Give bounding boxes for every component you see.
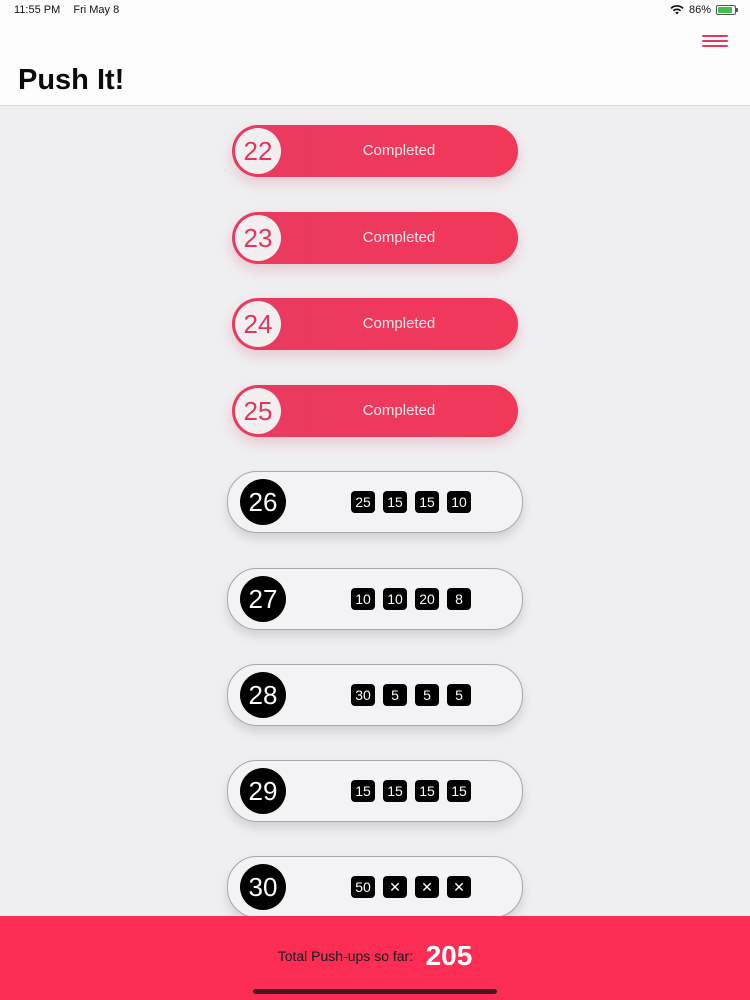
total-label: Total Push-ups so far: — [277, 948, 414, 964]
day-28-row[interactable]: 28 30 5 5 5 — [227, 664, 523, 726]
day-25-completed[interactable]: 25 Completed — [232, 385, 518, 437]
set-badge[interactable]: 20 — [415, 588, 439, 610]
status-bar: 11:55 PM Fri May 8 86% — [0, 0, 750, 22]
set-badge[interactable]: 30 — [351, 684, 375, 706]
set-badge[interactable]: 5 — [415, 684, 439, 706]
status-right: 86% — [670, 4, 738, 16]
status-time: 11:55 PM — [14, 4, 61, 16]
home-indicator[interactable] — [253, 989, 497, 994]
day-number: 25 — [235, 388, 281, 434]
set-list: 15 15 15 15 — [351, 780, 471, 802]
set-badge[interactable]: 5 — [383, 684, 407, 706]
set-badge[interactable]: 15 — [415, 780, 439, 802]
set-badge[interactable]: 5 — [447, 684, 471, 706]
day-24-completed[interactable]: 24 Completed — [232, 298, 518, 350]
status-date: Fri May 8 — [73, 4, 120, 16]
day-27-row[interactable]: 27 10 10 20 8 — [227, 568, 523, 630]
set-badge[interactable]: 15 — [351, 780, 375, 802]
completed-label: Completed — [362, 142, 436, 159]
wifi-icon — [670, 5, 684, 15]
set-badge[interactable]: 25 — [351, 491, 375, 513]
hamburger-menu-icon[interactable] — [702, 35, 728, 51]
page-title: Push It! — [18, 64, 125, 96]
total-value: 205 — [425, 940, 473, 971]
completed-label: Completed — [362, 402, 436, 419]
set-badge[interactable]: 15 — [383, 491, 407, 513]
set-list: 50 ✕ ✕ ✕ — [351, 876, 471, 898]
day-number: 23 — [235, 215, 281, 261]
day-number: 22 — [235, 128, 281, 174]
status-left: 11:55 PM Fri May 8 — [14, 4, 129, 16]
set-badge[interactable]: 10 — [383, 588, 407, 610]
day-30-row[interactable]: 30 50 ✕ ✕ ✕ — [227, 856, 523, 916]
set-list: 30 5 5 5 — [351, 684, 471, 706]
day-number: 26 — [240, 479, 286, 525]
close-icon[interactable]: ✕ — [383, 876, 407, 898]
day-number: 29 — [240, 768, 286, 814]
battery-charging-icon — [716, 5, 738, 15]
completed-label: Completed — [362, 315, 436, 332]
completed-label: Completed — [362, 229, 436, 246]
set-badge[interactable]: 50 — [351, 876, 375, 898]
battery-percent: 86% — [688, 4, 711, 16]
set-badge[interactable]: 10 — [447, 491, 471, 513]
set-badge[interactable]: 15 — [447, 780, 471, 802]
close-icon[interactable]: ✕ — [415, 876, 439, 898]
day-number: 30 — [240, 864, 286, 910]
set-badge[interactable]: 15 — [383, 780, 407, 802]
day-26-row[interactable]: 26 25 15 15 10 — [227, 471, 523, 533]
close-icon[interactable]: ✕ — [447, 876, 471, 898]
day-22-completed[interactable]: 22 Completed — [232, 125, 518, 177]
set-badge[interactable]: 10 — [351, 588, 375, 610]
set-list: 25 15 15 10 — [351, 491, 471, 513]
set-badge[interactable]: 8 — [447, 588, 471, 610]
set-list: 10 10 20 8 — [351, 588, 471, 610]
day-number: 24 — [235, 301, 281, 347]
day-number: 27 — [240, 576, 286, 622]
day-number: 28 — [240, 672, 286, 718]
total-footer: Total Push-ups so far: 205 — [0, 916, 750, 1000]
navigation-bar: Push It! — [0, 22, 750, 106]
day-list[interactable]: 22 Completed 23 Completed 24 Completed 2… — [0, 106, 750, 916]
set-badge[interactable]: 15 — [415, 491, 439, 513]
day-29-row[interactable]: 29 15 15 15 15 — [227, 760, 523, 822]
total-summary: Total Push-ups so far: 205 — [0, 940, 750, 972]
day-23-completed[interactable]: 23 Completed — [232, 212, 518, 264]
